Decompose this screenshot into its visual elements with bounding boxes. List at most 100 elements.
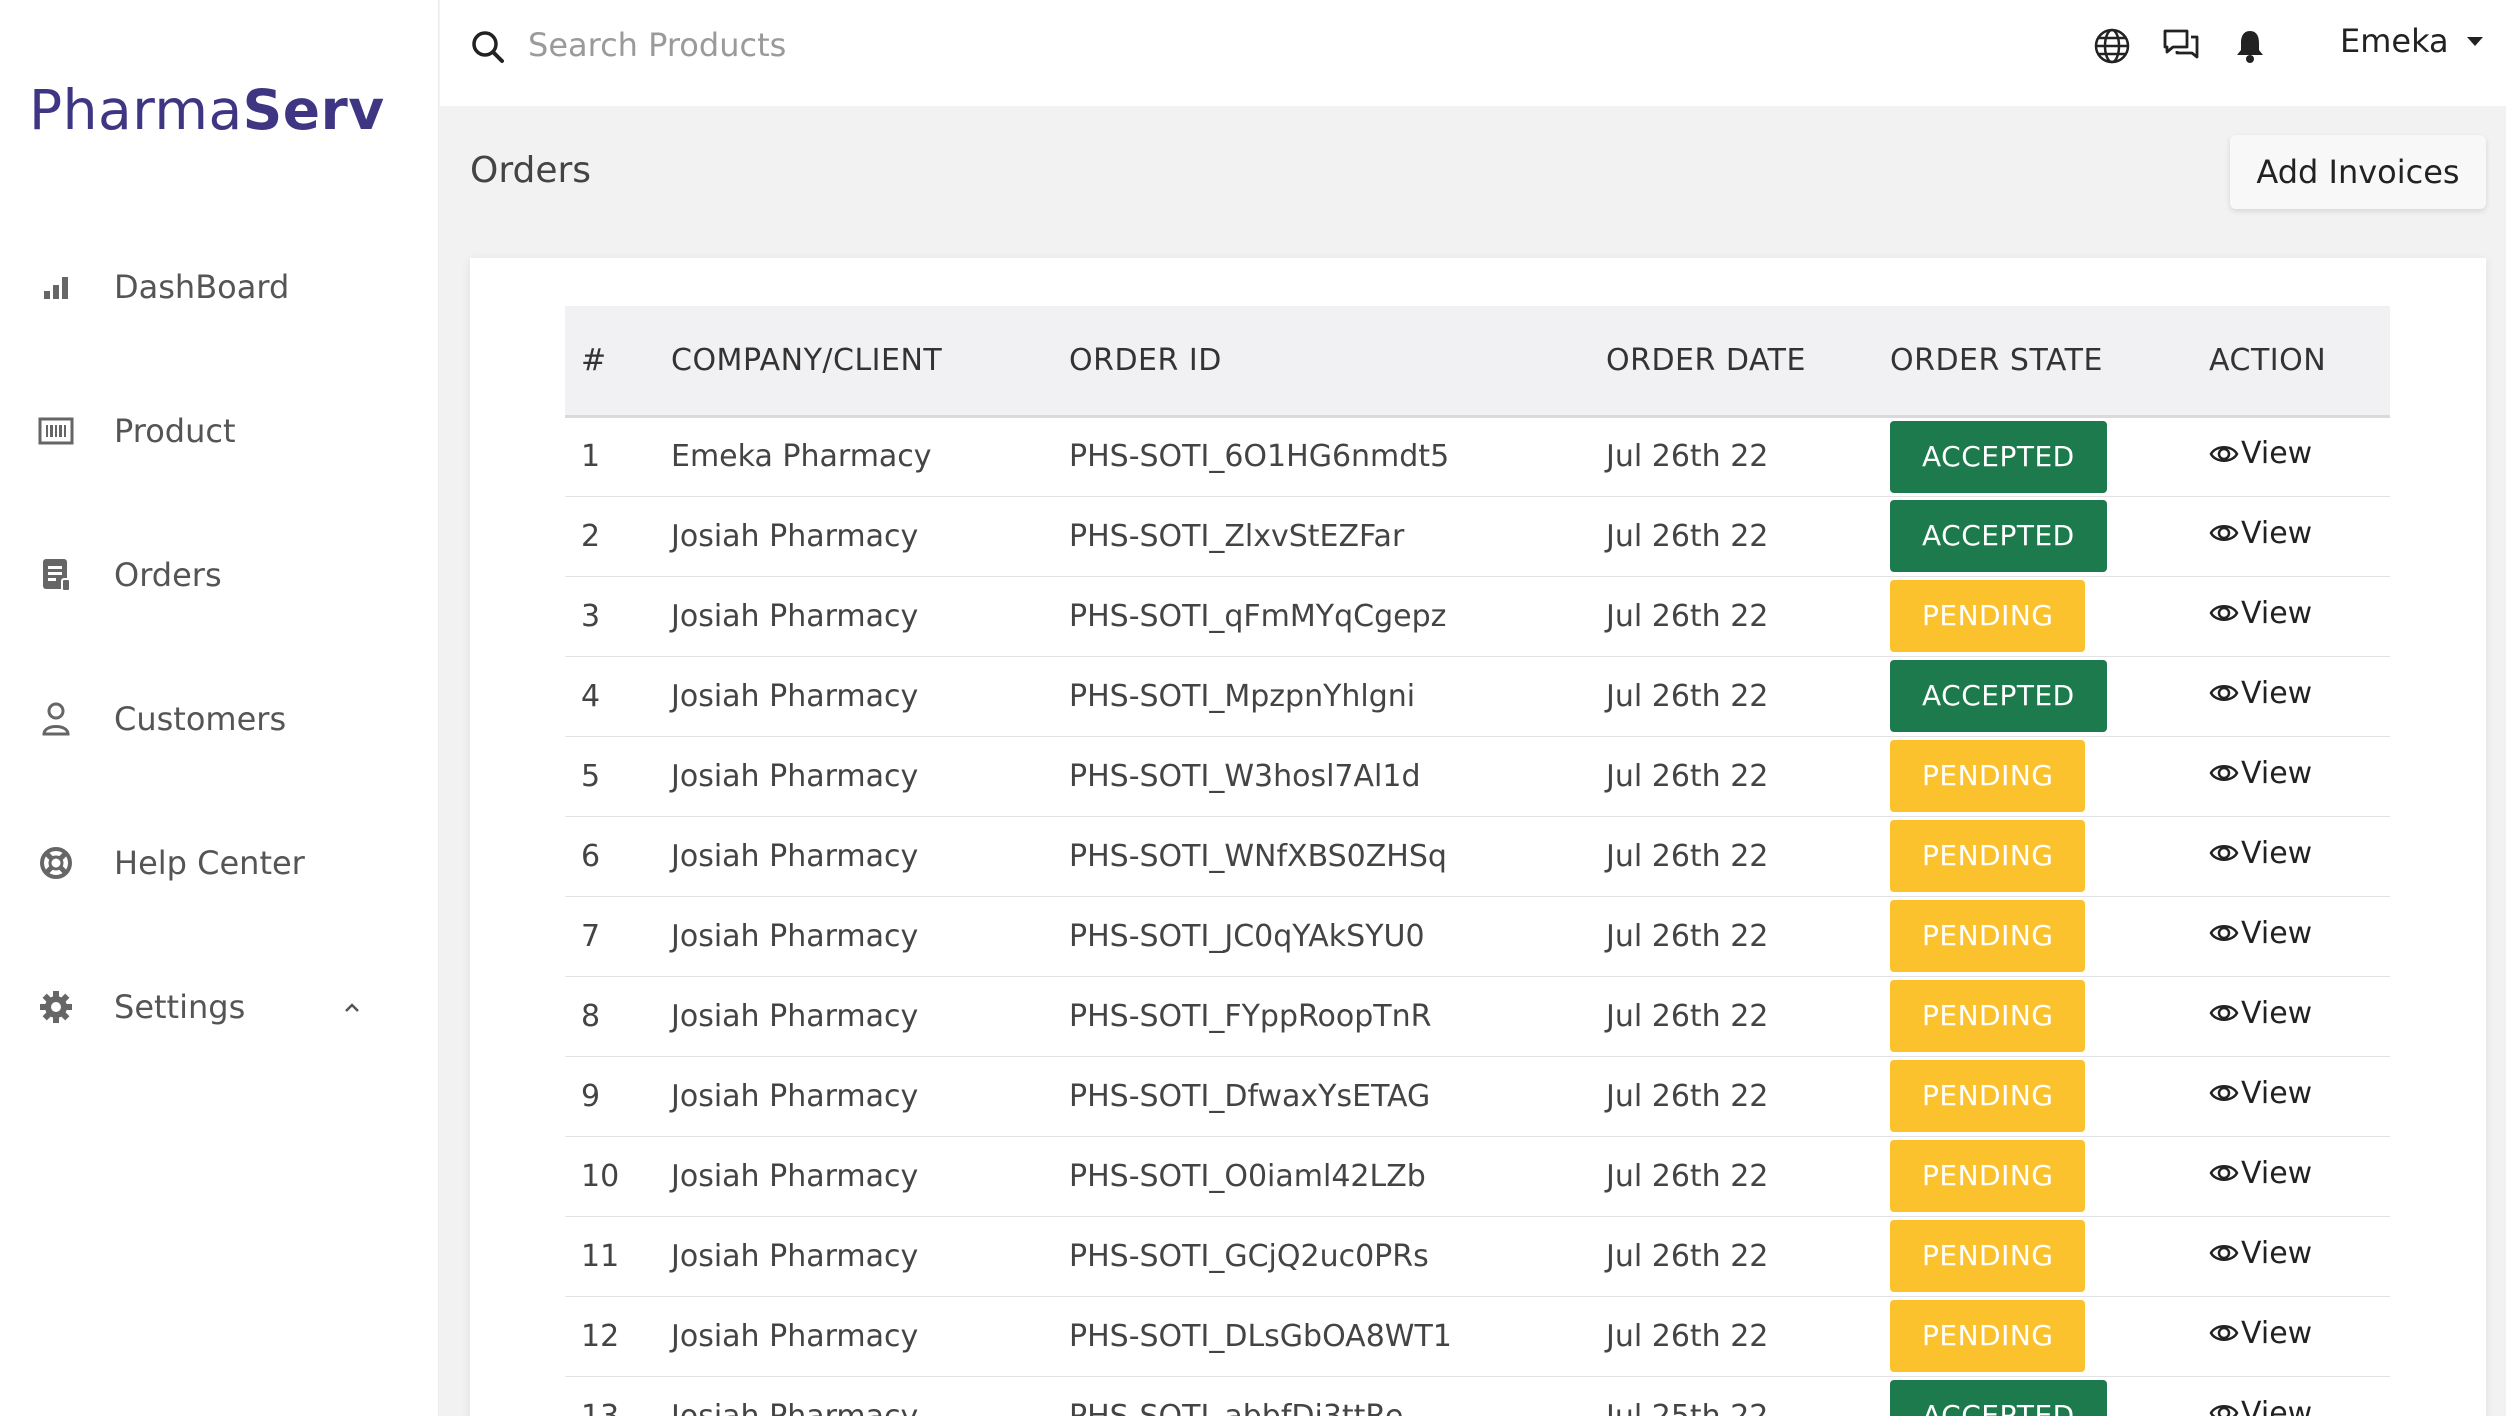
column-header-number[interactable]: # (565, 306, 655, 416)
cell-client: Josiah Pharmacy (671, 1238, 919, 1274)
cell-order-id: PHS-SOTI_GCjQ2uc0PRs (1069, 1238, 1429, 1274)
table-row[interactable]: 4 Josiah Pharmacy PHS-SOTI_MpzpnYhlgni Jul … (565, 656, 2390, 736)
gear-icon (38, 989, 74, 1025)
view-link[interactable]: View (2209, 1156, 2312, 1191)
logo-text-pharma: Pharma (29, 78, 243, 142)
view-link[interactable]: View (2209, 436, 2312, 471)
table-row[interactable]: 6 Josiah Pharmacy PHS-SOTI_WNfXBS0ZHSq Jul … (565, 816, 2390, 896)
cell-action: View (2193, 656, 2390, 736)
sidebar-item-label: DashBoard (114, 268, 290, 306)
table-row[interactable]: 13 Josiah Pharmacy PHS-SOTI_abbfDj3ttRe Jul… (565, 1376, 2390, 1416)
column-header-order-state[interactable]: ORDER STATE (1874, 306, 2193, 416)
eye-icon (2209, 598, 2241, 628)
column-header-order-id[interactable]: ORDER ID (1053, 306, 1590, 416)
table-row[interactable]: 9 Josiah Pharmacy PHS-SOTI_DfwaxYsETAG Jul … (565, 1056, 2390, 1136)
view-link[interactable]: View (2209, 756, 2312, 791)
cell-action: View (2193, 736, 2390, 816)
cell-client: Josiah Pharmacy (671, 1398, 919, 1416)
cell-number: 11 (581, 1238, 620, 1274)
table-row[interactable]: 10 Josiah Pharmacy PHS-SOTI_O0iaml42LZb Jul… (565, 1136, 2390, 1216)
view-label: View (2241, 915, 2313, 951)
sidebar-item-product[interactable]: Product (0, 359, 439, 503)
table-row[interactable]: 3 Josiah Pharmacy PHS-SOTI_qFmMYqCgepz Jul … (565, 576, 2390, 656)
cell-order-date: Jul 26th 22 (1606, 518, 1769, 554)
cell-order-id: PHS-SOTI_W3hosl7Al1d (1069, 758, 1421, 794)
view-link[interactable]: View (2209, 836, 2312, 871)
view-label: View (2241, 1075, 2313, 1111)
eye-icon (2209, 1158, 2241, 1188)
sidebar-item-settings[interactable]: Settings (0, 935, 439, 1079)
cell-order-date: Jul 26th 22 (1606, 1318, 1769, 1354)
sidebar-item-label: Product (114, 412, 236, 450)
cell-order-id: PHS-SOTI_FYppRoopTnR (1069, 998, 1432, 1034)
cell-order-state: ACCEPTED (1874, 416, 2193, 496)
search-input[interactable] (528, 20, 1128, 70)
status-badge: PENDING (1890, 980, 2086, 1052)
table-row[interactable]: 8 Josiah Pharmacy PHS-SOTI_FYppRoopTnR Jul … (565, 976, 2390, 1056)
cell-order-state: PENDING (1874, 816, 2193, 896)
user-menu[interactable]: Emeka (2340, 22, 2483, 60)
sidebar-item-customers[interactable]: Customers (0, 647, 439, 791)
chat-icon[interactable] (2161, 26, 2201, 66)
table-row[interactable]: 7 Josiah Pharmacy PHS-SOTI_JC0qYAkSYU0 Jul … (565, 896, 2390, 976)
orders-table: # COMPANY/CLIENT ORDER ID ORDER DATE ORD… (565, 306, 2390, 1416)
cell-number: 5 (581, 758, 601, 794)
sidebar-item-help-center[interactable]: Help Center (0, 791, 439, 935)
cell-order-state: PENDING (1874, 736, 2193, 816)
add-invoices-button[interactable]: Add Invoices (2230, 135, 2486, 209)
view-link[interactable]: View (2209, 1396, 2312, 1416)
column-header-company[interactable]: COMPANY/CLIENT (655, 306, 1053, 416)
view-link[interactable]: View (2209, 1316, 2312, 1351)
view-link[interactable]: View (2209, 1236, 2312, 1271)
view-link[interactable]: View (2209, 676, 2312, 711)
cell-number: 6 (581, 838, 601, 874)
cell-client: Josiah Pharmacy (671, 598, 919, 634)
cell-order-date: Jul 26th 22 (1606, 1238, 1769, 1274)
orders-card: # COMPANY/CLIENT ORDER ID ORDER DATE ORD… (470, 258, 2486, 1416)
globe-icon[interactable] (2092, 26, 2132, 66)
cell-number: 4 (581, 678, 601, 714)
cell-client: Josiah Pharmacy (671, 1078, 919, 1114)
table-row[interactable]: 12 Josiah Pharmacy PHS-SOTI_DLsGbOA8WT1 Jul… (565, 1296, 2390, 1376)
cell-client: Josiah Pharmacy (671, 838, 919, 874)
table-row[interactable]: 1 Emeka Pharmacy PHS-SOTI_6O1HG6nmdt5 Jul 2… (565, 416, 2390, 496)
cell-action: View (2193, 576, 2390, 656)
bell-icon[interactable] (2230, 26, 2270, 66)
chevron-up-icon[interactable] (343, 995, 361, 1020)
sidebar-item-orders[interactable]: Orders (0, 503, 439, 647)
view-link[interactable]: View (2209, 996, 2312, 1031)
cell-order-id: PHS-SOTI_6O1HG6nmdt5 (1069, 439, 1450, 474)
cell-order-id: PHS-SOTI_O0iaml42LZb (1069, 1158, 1426, 1194)
view-link[interactable]: View (2209, 1076, 2312, 1111)
cell-order-date: Jul 26th 22 (1606, 758, 1769, 794)
view-label: View (2241, 1155, 2313, 1191)
column-header-order-date[interactable]: ORDER DATE (1590, 306, 1874, 416)
view-link[interactable]: View (2209, 596, 2312, 631)
view-link[interactable]: View (2209, 516, 2312, 551)
eye-icon (2209, 1238, 2241, 1268)
cell-order-state: PENDING (1874, 976, 2193, 1056)
sidebar-item-dashboard[interactable]: DashBoard (0, 215, 439, 359)
cell-order-state: PENDING (1874, 1136, 2193, 1216)
cell-action: View (2193, 1056, 2390, 1136)
cell-order-id: PHS-SOTI_abbfDj3ttRe (1069, 1398, 1404, 1416)
sidebar-item-label: Orders (114, 556, 222, 594)
view-label: View (2241, 755, 2313, 791)
table-row[interactable]: 11 Josiah Pharmacy PHS-SOTI_GCjQ2uc0PRs Jul… (565, 1216, 2390, 1296)
status-badge: PENDING (1890, 1060, 2086, 1132)
cell-order-state: ACCEPTED (1874, 496, 2193, 576)
status-badge: ACCEPTED (1890, 660, 2107, 732)
logo[interactable]: PharmaServ (29, 78, 385, 142)
cell-action: View (2193, 896, 2390, 976)
cell-action: View (2193, 816, 2390, 896)
view-link[interactable]: View (2209, 916, 2312, 951)
table-row[interactable]: 2 Josiah Pharmacy PHS-SOTI_ZlxvStEZFar Jul … (565, 496, 2390, 576)
cell-order-id: PHS-SOTI_MpzpnYhlgni (1069, 678, 1416, 714)
user-name: Emeka (2340, 22, 2449, 60)
search-icon[interactable] (468, 27, 508, 67)
cell-number: 1 (581, 439, 601, 474)
table-row[interactable]: 5 Josiah Pharmacy PHS-SOTI_W3hosl7Al1d Jul … (565, 736, 2390, 816)
view-label: View (2241, 835, 2313, 871)
cell-number: 13 (581, 1398, 620, 1416)
cell-number: 7 (581, 918, 601, 954)
